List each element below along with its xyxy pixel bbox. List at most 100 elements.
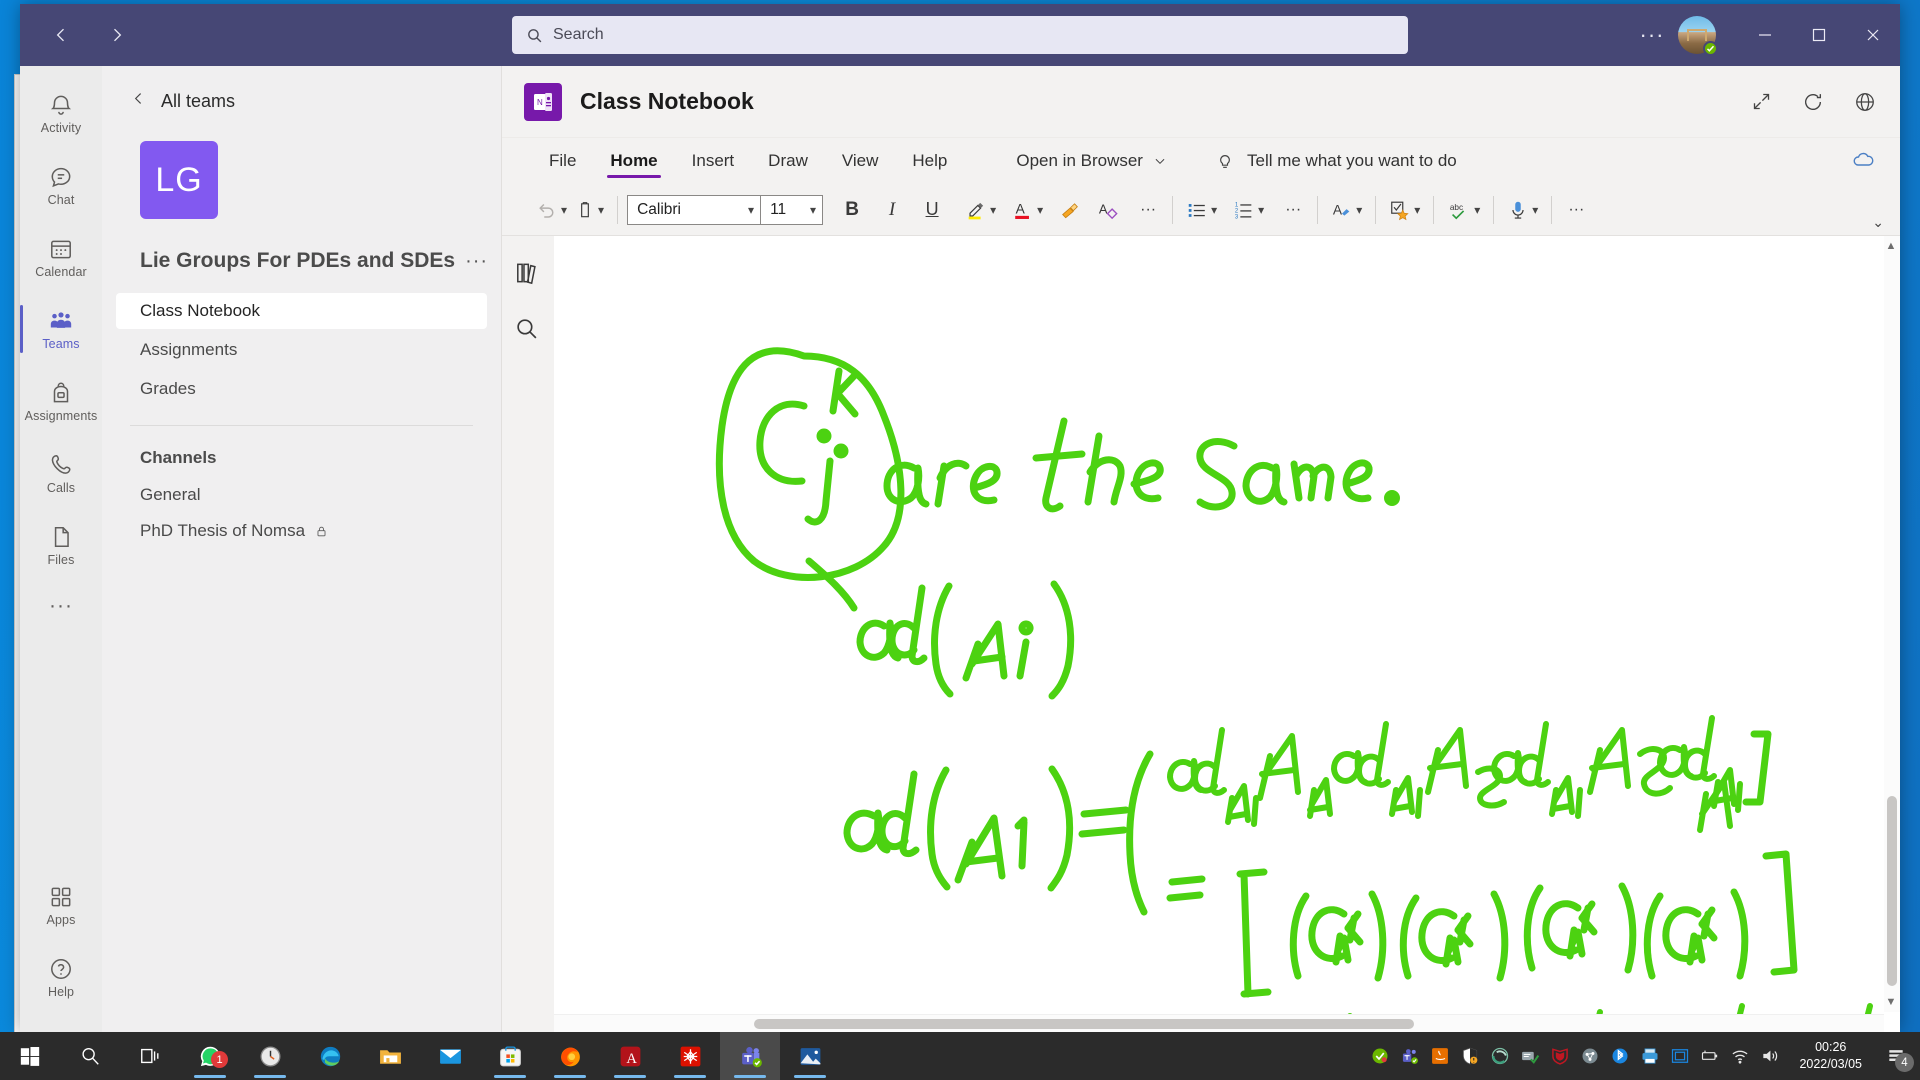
rail-item-teams[interactable]: Teams [20,296,102,362]
photos-button[interactable] [780,1032,840,1080]
ribbon-tab-insert[interactable]: Insert [675,138,752,184]
mcafee-tray-icon[interactable] [1545,1032,1575,1080]
ribbon-tab-home[interactable]: Home [593,138,674,184]
notebooks-icon[interactable] [514,260,542,288]
onedrive-tray-icon[interactable] [1485,1032,1515,1080]
wifi-tray-icon[interactable] [1725,1032,1755,1080]
taskbar-clock[interactable]: 00:26 2022/03/05 [1785,1032,1876,1080]
more-font-options-button[interactable]: ··· [1133,193,1163,227]
tab-grades[interactable]: Grades [116,371,487,407]
horizontal-scrollbar[interactable] [554,1014,1884,1032]
rail-item-activity[interactable]: Activity [20,80,102,146]
task-view-button[interactable] [120,1032,180,1080]
rail-item-help[interactable]: Help [20,944,102,1010]
rail-item-files[interactable]: Files [20,512,102,578]
highlight-button[interactable]: ▾ [961,193,1000,227]
horizontal-scrollbar-thumb[interactable] [754,1019,1414,1029]
spell-check-button[interactable]: abc ▾ [1443,193,1484,227]
battery-tray-icon[interactable] [1695,1032,1725,1080]
rail-item-calls[interactable]: Calls [20,440,102,506]
open-in-browser-button[interactable]: Open in Browser [1006,143,1177,179]
chevron-down-icon[interactable]: ▾ [1532,203,1538,217]
expand-icon[interactable] [1746,87,1776,117]
clock-app-button[interactable] [240,1032,300,1080]
font-color-button[interactable]: A ▾ [1008,193,1047,227]
edge-button[interactable] [300,1032,360,1080]
font-name-select[interactable]: Calibri ▾ [627,194,762,225]
rail-item-apps[interactable]: Apps [20,872,102,938]
chevron-down-icon[interactable]: ▾ [1037,203,1043,217]
channel-phd-thesis-of-nomsa[interactable]: PhD Thesis of Nomsa [116,514,487,548]
scroll-down-arrow[interactable]: ▼ [1885,996,1897,1008]
rail-item-calendar[interactable]: Calendar [20,224,102,290]
firefox-button[interactable] [540,1032,600,1080]
chevron-down-icon[interactable]: ▾ [561,203,567,217]
rail-more-apps-button[interactable]: ··· [20,584,102,628]
microsoft-teams-button[interactable] [720,1032,780,1080]
vertical-scrollbar-thumb[interactable] [1887,796,1897,986]
chevron-down-icon[interactable]: ▾ [1356,203,1362,217]
chevron-down-icon[interactable]: ▾ [990,203,996,217]
ribbon-tab-help[interactable]: Help [895,138,964,184]
chevron-down-icon[interactable]: ▾ [1474,203,1480,217]
chevron-down-icon[interactable]: ▾ [1414,203,1420,217]
minimize-button[interactable] [1738,4,1792,66]
whatsapp-button[interactable]: 1 [180,1032,240,1080]
search-input[interactable]: Search [512,16,1408,54]
refresh-icon[interactable] [1798,87,1828,117]
teams-tray-icon[interactable] [1395,1032,1425,1080]
numbered-list-button[interactable]: 123 ▾ [1229,193,1268,227]
store-button[interactable] [480,1032,540,1080]
notification-center-button[interactable]: 4 [1876,1032,1916,1080]
notebook-canvas[interactable]: ▲ ▼ [554,236,1900,1032]
display-tray-icon[interactable] [1665,1032,1695,1080]
search-icon[interactable] [514,316,542,344]
font-size-select[interactable]: 11 ▾ [761,194,824,225]
ribbon-tab-view[interactable]: View [825,138,896,184]
chevron-down-icon[interactable]: ▾ [1258,203,1264,217]
more-tools-button[interactable]: ··· [1561,193,1591,227]
dictate-button[interactable]: ▾ [1503,193,1542,227]
settings-more-button[interactable]: ··· [1632,15,1672,55]
volume-tray-icon[interactable] [1755,1032,1785,1080]
italic-button[interactable]: I [877,193,907,227]
chevron-down-icon[interactable]: ▾ [1211,203,1217,217]
tags-button[interactable]: ▾ [1385,193,1424,227]
mail-button[interactable] [420,1032,480,1080]
tab-class-notebook[interactable]: Class Notebook [116,293,487,329]
search-button[interactable] [60,1032,120,1080]
ribbon-tab-file[interactable]: File [532,138,593,184]
scroll-up-arrow[interactable]: ▲ [1885,240,1897,252]
clear-formatting-button[interactable]: A [1093,193,1123,227]
paste-button[interactable]: ▾ [571,193,608,227]
acrobat-button[interactable]: A [600,1032,660,1080]
bold-button[interactable]: B [837,193,867,227]
network-share-tray-icon[interactable] [1575,1032,1605,1080]
security-shield-tray-icon[interactable] [1455,1032,1485,1080]
bullet-list-button[interactable]: ▾ [1182,193,1221,227]
bluetooth-tray-icon[interactable] [1605,1032,1635,1080]
rail-item-chat[interactable]: Chat [20,152,102,218]
forward-button[interactable] [102,20,132,50]
sync-tray-icon[interactable] [1515,1032,1545,1080]
all-teams-back[interactable]: All teams [102,66,501,113]
back-button[interactable] [46,20,76,50]
tab-assignments[interactable]: Assignments [116,332,487,368]
team-avatar[interactable]: LG [140,141,218,219]
format-painter-button[interactable] [1055,193,1085,227]
avatar[interactable] [1678,16,1718,56]
channel-general[interactable]: General [116,478,487,512]
printer-tray-icon[interactable] [1635,1032,1665,1080]
underline-button[interactable]: U [917,193,947,227]
tell-me-button[interactable]: Tell me what you want to do [1215,151,1457,171]
styles-button[interactable]: A ▾ [1327,193,1366,227]
collapse-ribbon-button[interactable]: ⌄ [1872,214,1884,231]
vertical-scrollbar[interactable]: ▲ ▼ [1884,236,1900,1012]
maximize-button[interactable] [1792,4,1846,66]
mathematica-button[interactable] [660,1032,720,1080]
comment-cloud-icon[interactable] [1848,146,1878,176]
ribbon-tab-draw[interactable]: Draw [751,138,825,184]
file-explorer-button[interactable] [360,1032,420,1080]
rail-item-assignments[interactable]: Assignments [20,368,102,434]
team-more-options-button[interactable]: ··· [465,250,488,273]
